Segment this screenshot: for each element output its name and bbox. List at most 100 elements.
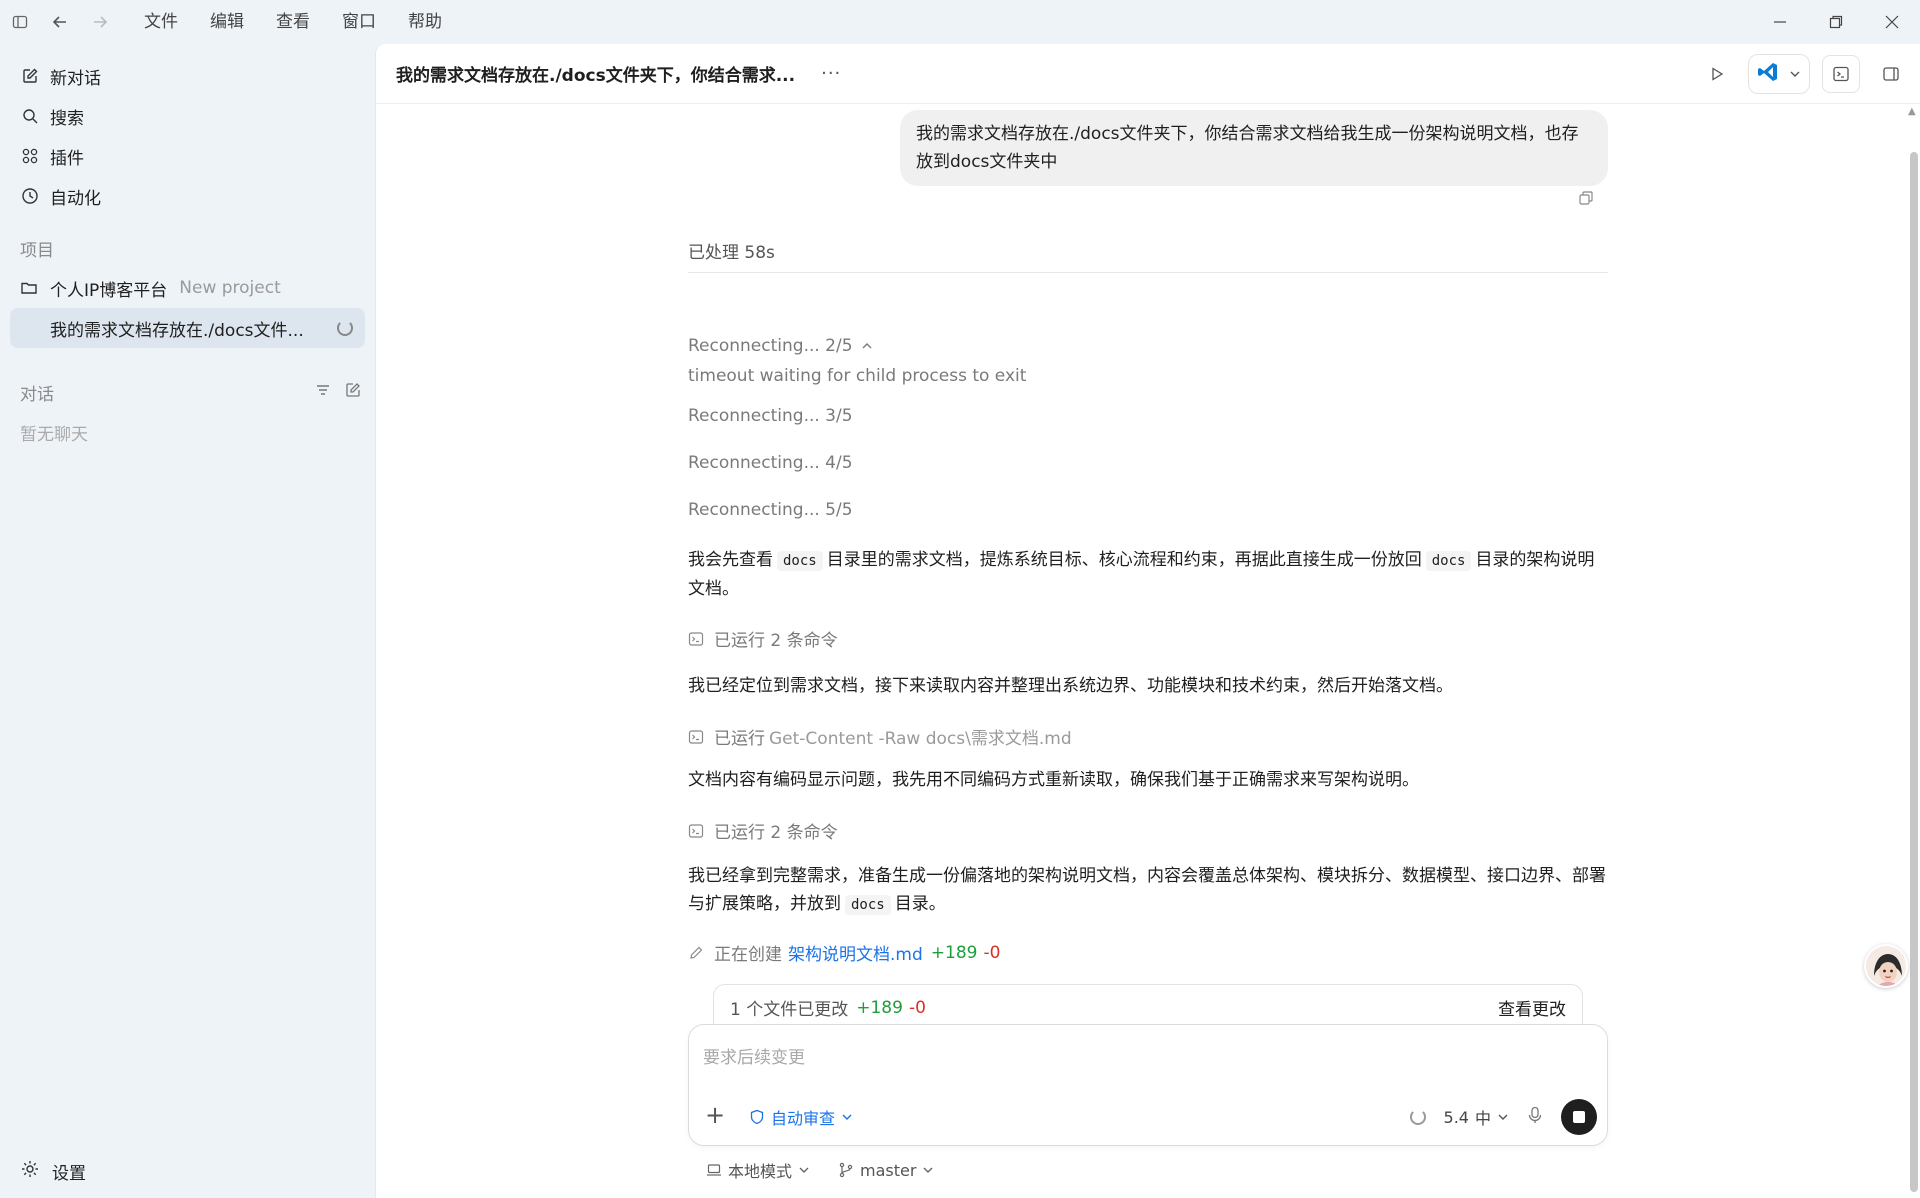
scroll-up-arrow-icon[interactable]: ▲: [1908, 106, 1920, 118]
deletions-count: -0: [983, 942, 1001, 963]
mode-selector[interactable]: 本地模式: [706, 1158, 810, 1182]
thread-header: 我的需求文档存放在./docs文件夹下，你结合需求... ···: [376, 44, 1920, 104]
forward-arrow-icon[interactable]: [80, 0, 120, 44]
msg4-part-b: 目录。: [894, 894, 946, 914]
back-arrow-icon[interactable]: [40, 0, 80, 44]
new-conversation-icon[interactable]: [345, 382, 361, 403]
sidebar-item-search[interactable]: 搜索: [0, 96, 375, 136]
sidebar-item-new-chat[interactable]: 新对话: [0, 56, 375, 96]
filter-icon[interactable]: [315, 382, 331, 403]
main-panel: 我的需求文档存放在./docs文件夹下，你结合需求... ··· ▲ 我的需求文…: [375, 44, 1920, 1198]
conversations-heading: 对话: [0, 372, 375, 412]
loading-spinner-icon: [337, 320, 353, 336]
inline-code: docs: [777, 551, 823, 571]
loading-spinner-icon: [1409, 1109, 1426, 1125]
changes-summary: 1 个文件已更改: [730, 1000, 849, 1020]
stop-button[interactable]: [1561, 1099, 1597, 1135]
settings-button[interactable]: 设置: [20, 1159, 86, 1184]
sidebar-item-plugins[interactable]: 插件: [0, 136, 375, 176]
menu-window[interactable]: 窗口: [326, 0, 392, 44]
msg1-part-a: 我会先查看: [688, 550, 773, 570]
restore-icon[interactable]: [1808, 0, 1864, 44]
chevron-up-icon: [862, 343, 872, 349]
git-branch-icon: [839, 1162, 853, 1178]
play-icon[interactable]: [1698, 55, 1736, 93]
open-in-editor-button[interactable]: [1748, 54, 1810, 94]
assistant-message-3: 文档内容有编码显示问题，我先用不同编码方式重新读取，确保我们基于正确需求来写架构…: [688, 770, 1419, 790]
user-message: 我的需求文档存放在./docs文件夹下，你结合需求文档给我生成一份架构说明文档，…: [900, 110, 1608, 186]
toggle-panel-icon[interactable]: [1872, 55, 1910, 93]
minimize-icon[interactable]: [1752, 0, 1808, 44]
ran-commands-2[interactable]: 已运行 2 条命令: [688, 818, 838, 843]
menu-help[interactable]: 帮助: [392, 0, 458, 44]
menu-file[interactable]: 文件: [128, 0, 194, 44]
header-actions: [1698, 54, 1910, 94]
ran-command-single[interactable]: 已运行 Get-Content -Raw docs\需求文档.md: [688, 724, 1072, 749]
project-sub: New project: [179, 278, 281, 298]
reconnect-2: Reconnecting... 2/5: [688, 336, 853, 356]
additions-count: +189: [930, 942, 978, 963]
ran-label: 已运行 2 条命令: [714, 823, 838, 843]
settings-label: 设置: [52, 1164, 86, 1184]
creating-file-row: 正在创建 架构说明文档.md +189 -0: [688, 940, 1000, 965]
command-text: Get-Content -Raw docs\需求文档.md: [769, 729, 1072, 749]
sidebar-item-automation[interactable]: 自动化: [0, 176, 375, 216]
inline-code: docs: [845, 895, 891, 915]
file-link[interactable]: 架构说明文档.md: [788, 940, 923, 965]
scrollbar[interactable]: [1910, 152, 1918, 1192]
microphone-icon[interactable]: [1527, 1106, 1543, 1128]
processed-status[interactable]: 已处理 58s: [688, 238, 775, 263]
chevron-down-icon: [1789, 65, 1801, 84]
terminal-icon: [688, 631, 704, 647]
active-thread[interactable]: 我的需求文档存放在./docs文件...: [10, 308, 365, 348]
chevron-down-icon: [799, 1167, 809, 1173]
chevron-down-icon: [842, 1114, 852, 1120]
add-attachment-icon[interactable]: +: [705, 1101, 725, 1129]
project-item[interactable]: 个人IP博客平台 New project: [0, 268, 375, 308]
view-changes-button[interactable]: 查看更改: [1498, 995, 1566, 1020]
branch-selector[interactable]: master: [838, 1161, 934, 1180]
ran-label: 已运行: [714, 729, 765, 749]
thread-title: 我的需求文档存放在./docs文件...: [50, 320, 304, 341]
timeout-message: timeout waiting for child process to exi…: [688, 366, 1027, 386]
sidebar-item-label: 自动化: [50, 188, 101, 209]
chevron-down-icon: [923, 1167, 933, 1173]
menu-edit[interactable]: 编辑: [194, 0, 260, 44]
menu-view[interactable]: 查看: [260, 0, 326, 44]
terminal-icon[interactable]: [1822, 55, 1860, 93]
composer-footer: 本地模式 master: [706, 1158, 934, 1182]
clock-icon: [20, 186, 40, 206]
reconnect-3: Reconnecting... 3/5: [688, 406, 853, 426]
copy-icon[interactable]: [1578, 190, 1594, 210]
assistant-message-4: 我已经拿到完整需求，准备生成一份偏落地的架构说明文档，内容会覆盖总体架构、模块拆…: [688, 862, 1608, 919]
auto-review-label: 自动审查: [771, 1109, 836, 1128]
changes-deletions: -0: [908, 997, 926, 1018]
shield-icon: [750, 1109, 764, 1125]
reconnect-2-row[interactable]: Reconnecting... 2/5: [688, 336, 873, 356]
inline-code: docs: [1425, 551, 1472, 571]
folder-icon: [20, 279, 40, 297]
projects-heading: 项目: [20, 240, 54, 261]
more-options-button[interactable]: ···: [821, 63, 841, 84]
sidebar-toggle-icon[interactable]: [0, 0, 40, 44]
ran-commands-1[interactable]: 已运行 2 条命令: [688, 626, 838, 651]
sidebar-item-label: 新对话: [50, 68, 101, 89]
close-window-icon[interactable]: [1864, 0, 1920, 44]
composer-input[interactable]: 要求后续变更: [703, 1043, 805, 1068]
menu-bar: 文件 编辑 查看 窗口 帮助: [128, 0, 458, 44]
pencil-icon: [688, 945, 704, 961]
project-name: 个人IP博客平台: [50, 280, 168, 301]
assistant-avatar[interactable]: [1864, 944, 1908, 988]
terminal-icon: [688, 823, 704, 839]
edit-icon: [20, 66, 40, 86]
sidebar-item-label: 插件: [50, 148, 84, 169]
creating-label: 正在创建: [714, 945, 782, 965]
sidebar: 新对话 搜索 插件 自动化 项目 个人IP博客平台 New project 我的…: [0, 44, 375, 1198]
auto-review-dropdown[interactable]: 自动审查: [749, 1105, 853, 1129]
model-selector[interactable]: 5.4 中: [1444, 1105, 1509, 1129]
model-version: 5.4: [1443, 1107, 1469, 1127]
assistant-message-1: 我会先查看 docs 目录里的需求文档，提炼系统目标、核心流程和约束，再据此直接生成…: [688, 546, 1608, 603]
ran-label: 已运行 2 条命令: [714, 631, 838, 651]
reconnect-4: Reconnecting... 4/5: [688, 453, 853, 473]
composer[interactable]: 要求后续变更 + 自动审查 5.4 中: [688, 1024, 1608, 1146]
